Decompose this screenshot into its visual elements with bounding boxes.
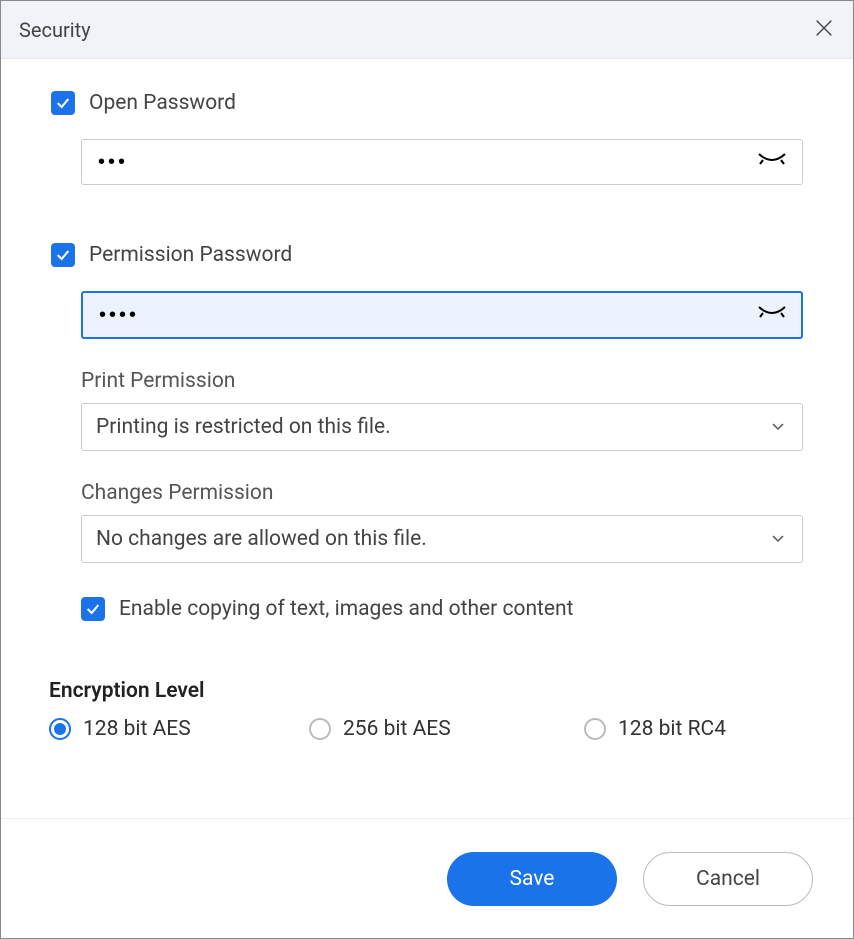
eye-closed-icon	[757, 152, 787, 168]
encryption-level-title: Encryption Level	[49, 679, 803, 703]
open-password-section: Open Password	[51, 91, 803, 185]
open-password-checkbox[interactable]	[51, 91, 75, 115]
encryption-radio-256-aes[interactable]: 256 bit AES	[309, 717, 574, 741]
enable-copying-label: Enable copying of text, images and other…	[119, 597, 574, 621]
changes-permission-value: No changes are allowed on this file.	[96, 527, 427, 551]
permission-password-label: Permission Password	[89, 243, 292, 267]
encryption-radio-group: 128 bit AES 256 bit AES 128 bit RC4	[49, 717, 803, 741]
eye-closed-icon	[757, 305, 787, 321]
dialog-titlebar: Security	[1, 1, 853, 59]
encryption-level-section: Encryption Level 128 bit AES 256 bit AES…	[49, 679, 803, 741]
print-permission-value: Printing is restricted on this file.	[96, 415, 391, 439]
checkmark-icon	[85, 601, 101, 617]
permission-password-checkbox[interactable]	[51, 243, 75, 267]
print-permission-label: Print Permission	[81, 369, 803, 393]
dialog-title: Security	[19, 18, 91, 42]
radio-icon	[309, 718, 331, 740]
dialog-footer: Save Cancel	[1, 818, 853, 938]
cancel-button[interactable]: Cancel	[643, 852, 813, 906]
radio-label: 256 bit AES	[343, 717, 451, 741]
radio-icon	[49, 718, 71, 740]
open-password-toggle-visibility[interactable]	[757, 152, 787, 172]
close-icon	[813, 17, 835, 39]
changes-permission-label: Changes Permission	[81, 481, 803, 505]
checkmark-icon	[55, 95, 71, 111]
checkmark-icon	[55, 247, 71, 263]
permission-password-toggle-visibility[interactable]	[757, 305, 787, 325]
dialog-content: Open Password Permission Passwo	[1, 59, 853, 818]
enable-copying-checkbox[interactable]	[81, 597, 105, 621]
close-button[interactable]	[813, 17, 835, 43]
open-password-input[interactable]	[81, 139, 803, 185]
permission-password-input[interactable]	[81, 291, 803, 339]
radio-icon	[584, 718, 606, 740]
encryption-radio-128-aes[interactable]: 128 bit AES	[49, 717, 299, 741]
changes-permission-select[interactable]: No changes are allowed on this file.	[81, 515, 803, 563]
security-dialog: Security Open Password	[0, 0, 854, 939]
open-password-label: Open Password	[89, 91, 236, 115]
radio-label: 128 bit AES	[83, 717, 191, 741]
permission-password-section: Permission Password Print Permission Pri…	[51, 243, 803, 621]
save-button[interactable]: Save	[447, 852, 617, 906]
encryption-radio-128-rc4[interactable]: 128 bit RC4	[584, 717, 803, 741]
print-permission-select[interactable]: Printing is restricted on this file.	[81, 403, 803, 451]
radio-label: 128 bit RC4	[618, 717, 726, 741]
